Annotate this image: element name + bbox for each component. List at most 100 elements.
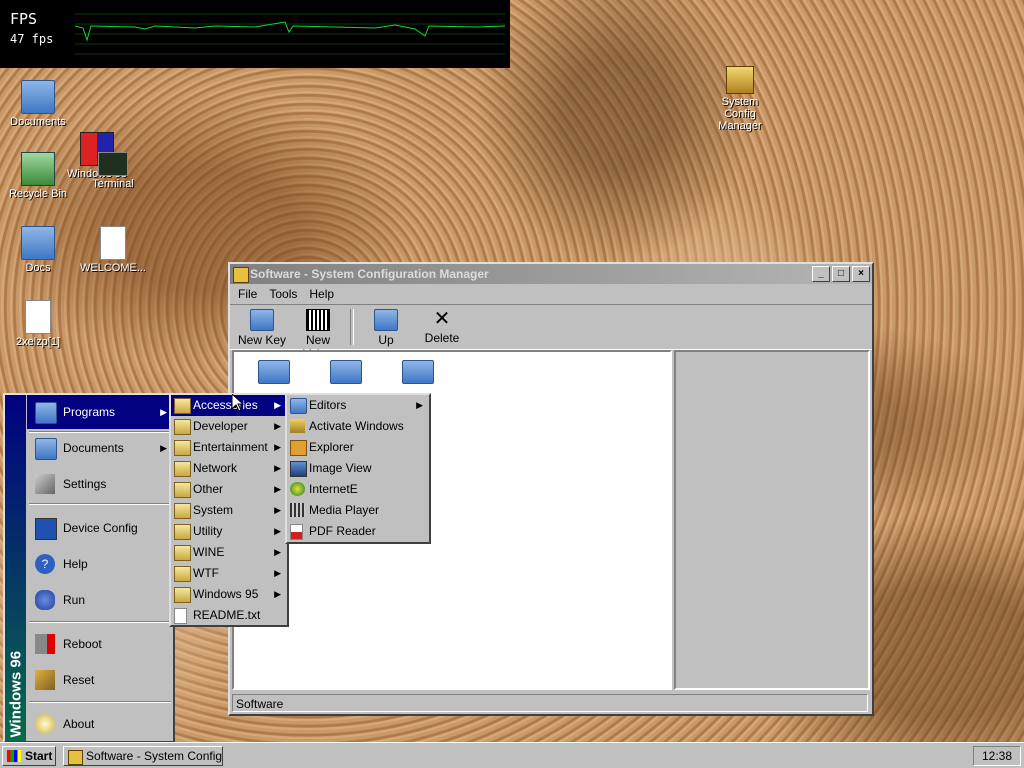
programs-item-system[interactable]: System ▶ (171, 500, 287, 521)
programs-item-label: README.txt (193, 608, 261, 622)
new-key-button[interactable]: New Key (234, 305, 290, 349)
accessories-item-label: Editors (309, 398, 347, 412)
programs-submenu: Accessories ▶ Developer ▶ Entertainment ▶ N… (169, 393, 289, 627)
arrow-right-icon: ▶ (274, 505, 281, 515)
config-icon (233, 267, 249, 283)
start-item-label: Programs (63, 405, 116, 419)
accessories-submenu: Editors ▶ Activate Windows Explorer Image… (285, 393, 431, 544)
desktop-icon-label: Docs (25, 262, 51, 274)
help-icon: ? (35, 554, 55, 574)
mouse-cursor-icon (232, 394, 244, 412)
accessories-item-internete[interactable]: InternetE (287, 479, 429, 500)
desktop-icon-label: System Config Manager (718, 96, 762, 132)
delete-label: Delete (424, 331, 460, 345)
accessories-item-activate-windows[interactable]: Activate Windows (287, 416, 429, 437)
programs-item-label: Entertainment (193, 440, 268, 454)
programs-item-wine[interactable]: WINE ▶ (171, 542, 287, 563)
pdf-icon (290, 524, 303, 540)
up-label: Up (378, 333, 394, 347)
programs-item-other[interactable]: Other ▶ (171, 479, 287, 500)
start-item-documents[interactable]: Documents ▶ (27, 431, 173, 465)
folder-icon (35, 438, 57, 460)
menu-help[interactable]: Help (303, 284, 340, 304)
desktop-icon-terminal[interactable]: Terminal (78, 152, 148, 190)
arrow-right-icon: ▶ (274, 526, 281, 536)
run-icon (35, 590, 55, 610)
delete-button[interactable]: ✕ Delete (414, 305, 470, 349)
key-icon (290, 419, 305, 433)
recycle-bin-icon (21, 152, 55, 186)
folder-icon[interactable] (330, 360, 362, 384)
taskbar-button-config-manager[interactable]: Software - System Configur... (63, 746, 223, 766)
accessories-item-pdf-reader[interactable]: PDF Reader (287, 521, 429, 542)
programs-item-windows-95[interactable]: Windows 95 ▶ (171, 584, 287, 605)
arrow-right-icon: ▶ (160, 407, 167, 417)
desktop-icon-system-config-manager[interactable]: System Config Manager (705, 66, 775, 132)
sidebar-label: Windows 96 (7, 650, 25, 738)
folder-icon (174, 482, 191, 498)
status-text: Software (236, 697, 284, 711)
start-item-label: Settings (63, 477, 107, 491)
value-pane[interactable] (674, 350, 870, 690)
folder-icon (174, 587, 191, 603)
programs-item-label: Utility (193, 524, 223, 538)
start-menu-sidebar: Windows 96 (5, 395, 26, 741)
start-item-about[interactable]: About (27, 707, 173, 741)
accessories-item-image-view[interactable]: Image View (287, 458, 429, 479)
programs-item-label: Other (193, 482, 224, 496)
taskbar-button-label: Software - System Configur... (86, 749, 223, 763)
desktop-icon-welcome[interactable]: WELCOME... (78, 226, 148, 274)
start-item-reboot[interactable]: Reboot (27, 627, 173, 661)
taskbar: Start Software - System Configur... 12:3… (0, 742, 1024, 768)
folder-icon (35, 402, 57, 424)
window-toolbar: New Key New Value Up ✕ Delete (230, 304, 872, 361)
desktop-icon-documents[interactable]: Documents (3, 80, 73, 128)
config-icon (726, 66, 754, 94)
accessories-item-media-player[interactable]: Media Player (287, 500, 429, 521)
start-button[interactable]: Start (2, 746, 56, 766)
window-titlebar[interactable]: Software - System Configuration Manager … (230, 264, 872, 284)
menu-file[interactable]: File (232, 284, 263, 304)
programs-item-wtf[interactable]: WTF ▶ (171, 563, 287, 584)
close-button[interactable]: × (852, 266, 870, 282)
explorer-icon (290, 440, 307, 456)
terminal-icon (98, 152, 128, 176)
minimize-button[interactable]: _ (812, 266, 830, 282)
folder-icon[interactable] (402, 360, 434, 384)
start-item-run[interactable]: Run (27, 583, 173, 617)
delete-icon: ✕ (433, 308, 451, 330)
menu-tools[interactable]: Tools (263, 284, 303, 304)
desktop-icon-2xelzp[interactable]: 2xelzp[1] (3, 300, 73, 348)
up-button[interactable]: Up (358, 305, 414, 349)
start-item-reset[interactable]: Reset (27, 663, 173, 697)
programs-item-accessories[interactable]: Accessories ▶ (171, 395, 287, 416)
accessories-item-editors[interactable]: Editors ▶ (287, 395, 429, 416)
start-item-device-config[interactable]: Device Config (27, 511, 173, 545)
desktop-icon-label: WELCOME... (79, 262, 146, 274)
desktop-icon-label: Documents (10, 116, 66, 128)
programs-item-label: Developer (193, 419, 248, 433)
programs-item-network[interactable]: Network ▶ (171, 458, 287, 479)
folder-icon[interactable] (258, 360, 290, 384)
accessories-item-explorer[interactable]: Explorer (287, 437, 429, 458)
start-item-settings[interactable]: Settings (27, 467, 173, 501)
new-value-button[interactable]: New Value (290, 305, 346, 361)
maximize-button[interactable]: □ (832, 266, 850, 282)
programs-item-label: Accessories (193, 398, 258, 412)
programs-item-developer[interactable]: Developer ▶ (171, 416, 287, 437)
programs-item-readme[interactable]: README.txt (171, 605, 287, 626)
programs-item-entertainment[interactable]: Entertainment ▶ (171, 437, 287, 458)
window-menubar: File Tools Help (230, 284, 872, 304)
arrow-right-icon: ▶ (274, 463, 281, 473)
start-item-programs[interactable]: Programs ▶ (27, 395, 173, 429)
folder-icon (290, 398, 307, 414)
desktop-icon-docs[interactable]: Docs (3, 226, 73, 274)
start-item-help[interactable]: ? Help (27, 547, 173, 581)
start-item-label: About (63, 717, 95, 731)
binary-icon (306, 309, 330, 331)
image-icon (290, 461, 307, 477)
lightbulb-icon (35, 714, 55, 734)
arrow-right-icon: ▶ (274, 547, 281, 557)
programs-item-utility[interactable]: Utility ▶ (171, 521, 287, 542)
folder-icon (174, 545, 191, 561)
